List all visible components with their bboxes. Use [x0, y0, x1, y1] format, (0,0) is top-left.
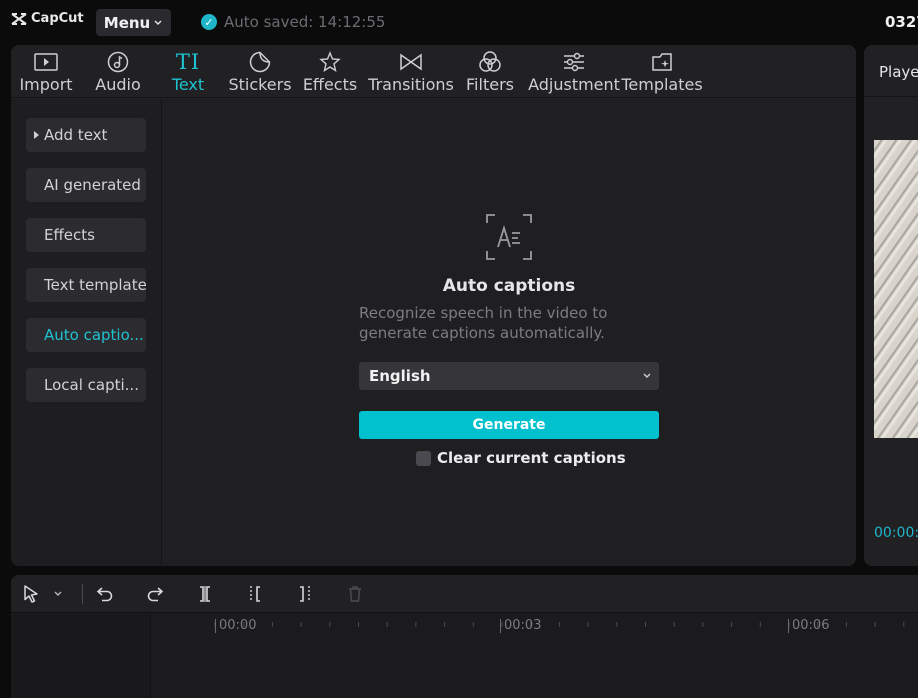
- trim-right-icon: [300, 586, 310, 602]
- menu-label: Menu: [103, 13, 151, 32]
- tab-audio[interactable]: Audio: [93, 49, 143, 94]
- tab-label: Effects: [302, 75, 358, 94]
- timeline-panel: 00:00 00:03 00:06: [11, 575, 918, 698]
- text-icon: TI: [175, 50, 201, 74]
- tab-import[interactable]: Import: [19, 49, 73, 94]
- ruler-label: 00:03: [500, 619, 541, 633]
- autosave-text: Auto saved: 14:12:55: [224, 13, 386, 31]
- adjustment-icon: [564, 52, 584, 72]
- clear-captions-label: Clear current captions: [437, 449, 626, 467]
- caret-right-icon: [34, 131, 39, 139]
- player-timecode: 00:00:: [874, 525, 918, 541]
- sidebar-item-label: Effects: [44, 226, 95, 244]
- media-panel: Import Audio TI Text Stickers Effects Tr…: [11, 45, 856, 566]
- split-icon: [200, 586, 210, 602]
- sidebar-item-label: Local capti...: [44, 376, 139, 394]
- sidebar-item-text-template[interactable]: Text template: [26, 268, 146, 302]
- generate-button[interactable]: Generate: [359, 411, 659, 439]
- cursor-icon: [24, 585, 38, 603]
- transitions-icon: [400, 53, 422, 71]
- check-circle-icon: ✓: [201, 14, 217, 30]
- sidebar-item-effects[interactable]: Effects: [26, 218, 146, 252]
- delete-right-button[interactable]: [295, 584, 315, 604]
- stickers-icon: [249, 51, 271, 73]
- filters-icon: [479, 51, 501, 72]
- player-panel: Player 00:00:: [864, 45, 918, 566]
- timeline-ruler[interactable]: 00:00 00:03 00:06: [152, 614, 918, 640]
- delete-left-button[interactable]: [245, 584, 265, 604]
- templates-icon: [652, 53, 672, 71]
- tab-label: Audio: [95, 75, 141, 94]
- video-preview[interactable]: [874, 140, 918, 438]
- clear-captions-option[interactable]: Clear current captions: [416, 449, 626, 467]
- menu-button[interactable]: Menu: [96, 9, 171, 36]
- logo-text: CapCut: [31, 11, 84, 26]
- language-select[interactable]: English: [359, 362, 659, 390]
- tab-stickers[interactable]: Stickers: [228, 49, 292, 94]
- timeline-toolbar: [11, 575, 918, 613]
- text-sidebar: Add text AI generated Effects Text templ…: [11, 99, 162, 566]
- asset-toolbar: Import Audio TI Text Stickers Effects Tr…: [11, 45, 856, 98]
- audio-icon: [107, 51, 129, 73]
- tab-label: Templates: [621, 75, 703, 94]
- auto-captions-panel: Auto captions Recognize speech in the vi…: [163, 99, 856, 566]
- sidebar-item-label: Auto captio...: [44, 326, 144, 344]
- sidebar-item-auto-captions[interactable]: Auto captio...: [26, 318, 146, 352]
- project-name[interactable]: 0327: [885, 13, 918, 31]
- trim-left-icon: [250, 586, 260, 602]
- tab-label: Transitions: [368, 75, 454, 94]
- redo-icon: [147, 587, 164, 602]
- chevron-down-icon: [643, 373, 651, 378]
- auto-captions-icon: [486, 214, 532, 260]
- tab-label: Adjustment: [528, 75, 620, 94]
- generate-label: Generate: [472, 417, 546, 433]
- import-icon: [34, 53, 58, 71]
- sidebar-item-label: Add text: [44, 126, 108, 144]
- trash-icon: [349, 586, 361, 602]
- clear-captions-checkbox[interactable]: [416, 450, 431, 466]
- chevron-down-icon: [154, 19, 162, 25]
- tab-templates[interactable]: Templates: [621, 49, 703, 94]
- player-header: Player: [864, 45, 918, 97]
- toolbar-divider: [82, 584, 83, 604]
- sidebar-item-label: Text template: [44, 276, 146, 294]
- ruler-label: 00:00: [215, 619, 256, 633]
- tab-label: Stickers: [228, 75, 292, 94]
- undo-button[interactable]: [95, 584, 115, 604]
- tab-text[interactable]: TI Text: [167, 49, 209, 94]
- top-bar: CapCut Menu ✓ Auto saved: 14:12:55 0327: [0, 0, 918, 45]
- auto-captions-title: Auto captions: [442, 276, 576, 296]
- track-headers: [11, 614, 151, 698]
- select-tool-dropdown[interactable]: [51, 584, 65, 604]
- player-title: Player: [879, 63, 918, 81]
- split-button[interactable]: [195, 584, 215, 604]
- language-value: English: [369, 367, 431, 385]
- auto-captions-description: Recognize speech in the video to generat…: [359, 304, 608, 342]
- ruler-label: 00:06: [788, 619, 829, 633]
- capcut-logo-icon: [11, 12, 27, 25]
- tab-adjustment[interactable]: Adjustment: [528, 49, 620, 94]
- chevron-down-icon: [54, 591, 62, 596]
- capcut-logo[interactable]: CapCut: [11, 11, 84, 26]
- sidebar-item-ai-generated[interactable]: AI generated: [26, 168, 146, 202]
- tab-effects[interactable]: Effects: [302, 49, 358, 94]
- tab-label: Import: [19, 75, 73, 94]
- tab-transitions[interactable]: Transitions: [368, 49, 454, 94]
- tab-label: Filters: [466, 75, 514, 94]
- delete-button[interactable]: [345, 584, 365, 604]
- undo-icon: [96, 587, 113, 602]
- sidebar-item-add-text[interactable]: Add text: [26, 118, 146, 152]
- select-tool-button[interactable]: [21, 584, 41, 604]
- redo-button[interactable]: [145, 584, 165, 604]
- tab-label: Text: [171, 75, 205, 94]
- sidebar-item-local-captions[interactable]: Local capti...: [26, 368, 146, 402]
- sidebar-item-label: AI generated: [44, 176, 141, 194]
- tab-filters[interactable]: Filters: [466, 49, 514, 94]
- effects-icon: [319, 51, 341, 72]
- autosave-status: ✓ Auto saved: 14:12:55: [201, 13, 385, 31]
